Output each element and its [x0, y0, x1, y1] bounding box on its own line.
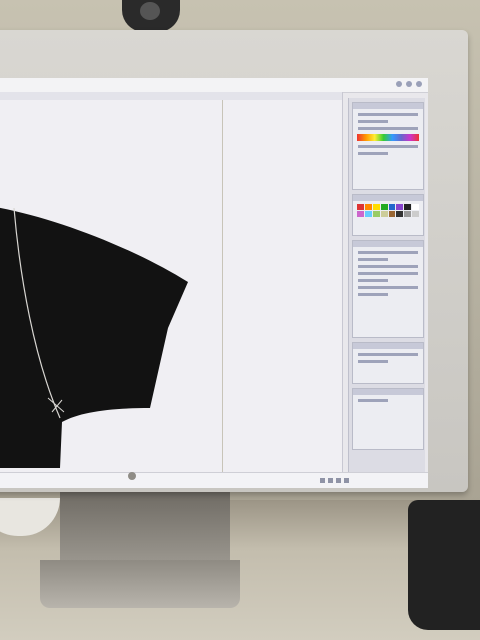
apple-logo-icon: [128, 472, 136, 480]
monitor-stand-neck: [60, 492, 230, 562]
panel-row[interactable]: [358, 360, 388, 363]
panel-row[interactable]: [358, 258, 388, 261]
panel-header[interactable]: [353, 195, 423, 201]
color-swatch[interactable]: [388, 204, 396, 210]
monitor-stand-base: [40, 560, 240, 608]
panel-row[interactable]: [358, 120, 388, 123]
panel-row[interactable]: [358, 145, 418, 148]
panel-row[interactable]: [358, 251, 418, 254]
panel-header[interactable]: [353, 389, 423, 395]
status-icon: [336, 478, 341, 483]
panel-row[interactable]: [358, 353, 418, 356]
swatch-grid[interactable]: [357, 204, 419, 217]
tools-panel: [348, 98, 425, 472]
color-swatch[interactable]: [412, 204, 419, 210]
panel-row[interactable]: [358, 279, 388, 282]
color-swatch[interactable]: [388, 211, 396, 217]
panel-row[interactable]: [358, 272, 418, 275]
color-swatch[interactable]: [364, 211, 372, 217]
menu-icon[interactable]: [416, 81, 422, 87]
panel-row[interactable]: [358, 293, 388, 296]
color-swatch[interactable]: [396, 211, 404, 217]
color-swatch[interactable]: [357, 204, 364, 210]
color-swatch[interactable]: [396, 204, 404, 210]
panel-row[interactable]: [358, 152, 388, 155]
color-swatch[interactable]: [412, 211, 419, 217]
menu-extras: [396, 81, 422, 87]
dark-object: [408, 500, 480, 630]
color-spectrum[interactable]: [357, 134, 419, 141]
panel-header[interactable]: [353, 103, 423, 109]
artboard-edge: [342, 92, 343, 472]
color-swatch[interactable]: [380, 211, 388, 217]
menu-icon[interactable]: [396, 81, 402, 87]
panel-header[interactable]: [353, 241, 423, 247]
menu-icon[interactable]: [406, 81, 412, 87]
sleeve-shape[interactable]: [0, 198, 230, 478]
status-icons: [320, 478, 349, 483]
swatches-panel[interactable]: [352, 194, 424, 236]
color-swatch[interactable]: [404, 211, 412, 217]
menu-bar[interactable]: [0, 78, 428, 93]
panel-row[interactable]: [358, 286, 418, 289]
status-icon: [320, 478, 325, 483]
color-panel[interactable]: [352, 102, 424, 190]
layers-panel[interactable]: [352, 342, 424, 384]
navigator-panel[interactable]: [352, 388, 424, 450]
color-swatch[interactable]: [372, 211, 380, 217]
panel-row[interactable]: [358, 265, 418, 268]
panel-row[interactable]: [358, 113, 418, 116]
color-swatch[interactable]: [372, 204, 380, 210]
status-bar: [0, 472, 428, 488]
color-swatch[interactable]: [364, 204, 372, 210]
status-icon: [328, 478, 333, 483]
monitor: [0, 30, 468, 492]
screen: [0, 78, 428, 488]
color-swatch[interactable]: [357, 211, 364, 217]
webcam-lens: [140, 2, 160, 20]
properties-panel[interactable]: [352, 240, 424, 338]
status-icon: [344, 478, 349, 483]
panel-row[interactable]: [358, 399, 388, 402]
color-swatch[interactable]: [404, 204, 412, 210]
panel-row[interactable]: [358, 127, 418, 130]
color-swatch[interactable]: [380, 204, 388, 210]
panel-header[interactable]: [353, 343, 423, 349]
